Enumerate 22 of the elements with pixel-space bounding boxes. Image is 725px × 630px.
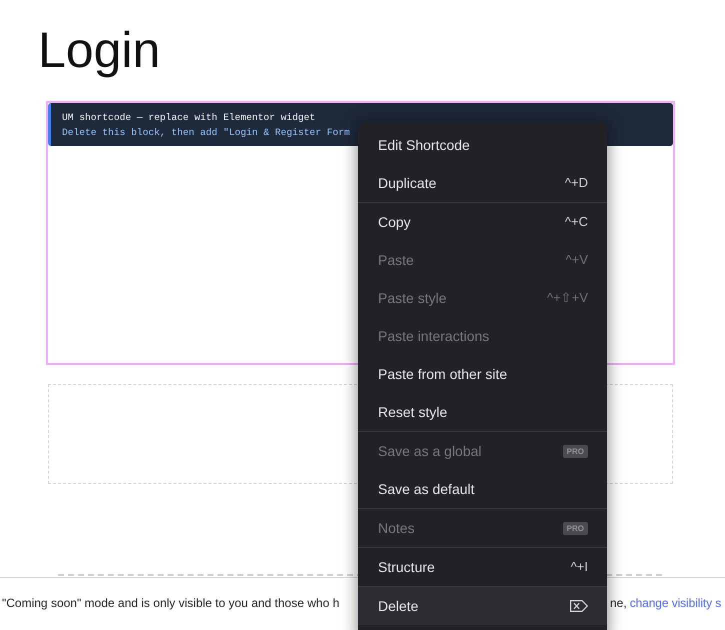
menu-item[interactable]: Copy ^+C [358, 203, 607, 241]
pro-badge: PRO [562, 444, 588, 458]
notice-text: ne, [610, 595, 627, 612]
pro-badge: PRO [562, 522, 588, 534]
page-title: Login [38, 25, 160, 75]
notice-text: "Coming soon" mode and is only visible to you and those who h [2, 596, 340, 610]
menu-item[interactable]: Delete [358, 587, 607, 625]
shortcut-hint: ^+D [564, 174, 588, 192]
menu-item[interactable]: Save as default [358, 470, 607, 508]
visibility-link[interactable]: change visibility s [630, 594, 722, 612]
shortcut-hint: ^+C [564, 213, 588, 232]
menu-item[interactable]: Duplicate ^+D [358, 164, 607, 202]
shortcut-hint: ^+I [570, 558, 588, 576]
shortcut-hint: ^+⇧+V [547, 289, 588, 308]
shortcut-hint: ^+V [566, 251, 588, 270]
menu-item[interactable]: Paste from other site [358, 355, 607, 393]
delete-key-icon [570, 600, 588, 612]
menu-item[interactable]: Reset style [358, 393, 607, 431]
code-line: UM shortcode — replace with Elementor widget [62, 111, 316, 125]
code-line: Delete this block, then add "Login & Register Form [62, 126, 350, 140]
menu-item[interactable]: Structure ^+I [358, 548, 607, 586]
menu-item[interactable]: Edit Shortcode [358, 126, 607, 164]
